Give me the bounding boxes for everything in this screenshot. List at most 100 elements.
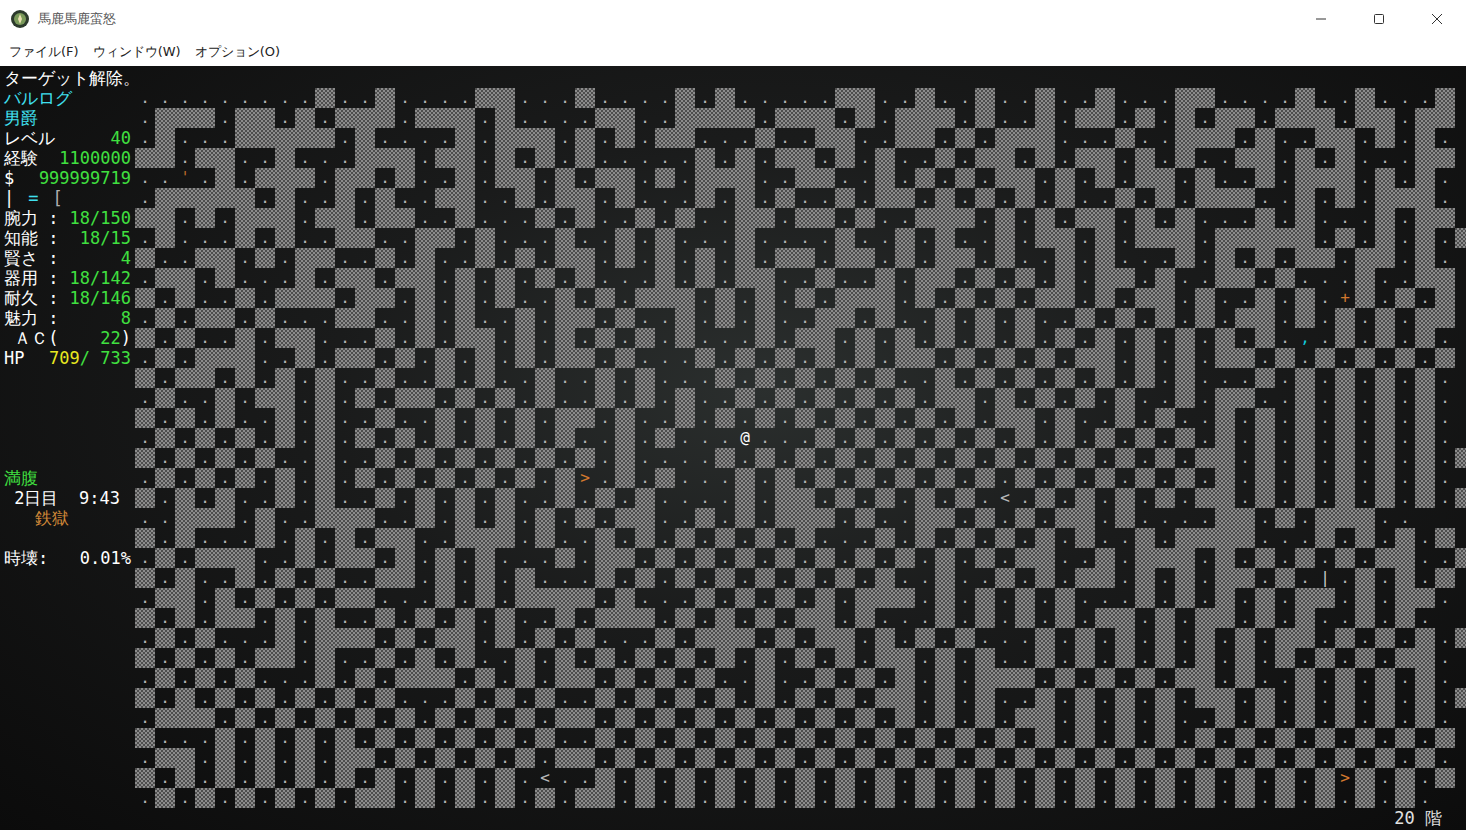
wall-tile — [595, 488, 615, 508]
map-tile: . — [415, 88, 435, 108]
map-tile: . — [175, 388, 195, 408]
wall-tile — [715, 288, 735, 308]
map-tile: . — [135, 168, 155, 188]
wall-tile — [535, 368, 555, 388]
wall-tile — [575, 348, 595, 368]
wall-tile — [1335, 468, 1355, 488]
wall-tile — [715, 408, 735, 428]
map-tile: . — [1295, 348, 1315, 368]
map-tile: . — [335, 388, 355, 408]
wall-tile — [1235, 228, 1255, 248]
wall-tile — [275, 168, 295, 188]
wall-tile — [275, 188, 295, 208]
map-tile: . — [1075, 168, 1095, 188]
map-tile: . — [675, 348, 695, 368]
minimize-button[interactable] — [1292, 0, 1350, 38]
map-tile: . — [1395, 468, 1415, 488]
map-tile: . — [695, 608, 715, 628]
wall-tile — [1095, 288, 1115, 308]
map-row: ................................ — [135, 248, 1455, 268]
wall-tile — [975, 548, 995, 568]
map-tile: . — [215, 628, 235, 648]
map-tile: . — [155, 368, 175, 388]
map-tile: . — [395, 488, 415, 508]
wall-tile — [575, 628, 595, 648]
wall-tile — [795, 108, 815, 128]
status-value: 18/142 — [70, 268, 131, 288]
wall-tile — [655, 288, 675, 308]
map-tile: . — [1395, 268, 1415, 288]
map-tile: . — [1275, 428, 1295, 448]
wall-tile — [775, 488, 795, 508]
map-tile: . — [635, 108, 655, 128]
wall-tile — [1035, 348, 1055, 368]
wall-tile — [275, 468, 295, 488]
wall-tile — [775, 468, 795, 488]
wall-tile — [1055, 228, 1075, 248]
wall-tile — [1095, 168, 1115, 188]
map-tile: . — [735, 308, 755, 328]
wall-tile — [435, 468, 455, 488]
wall-tile — [375, 288, 395, 308]
map-tile: . — [1395, 208, 1415, 228]
map-tile: . — [1415, 548, 1435, 568]
map-tile: . — [815, 528, 835, 548]
wall-tile — [715, 168, 735, 188]
menu-item[interactable]: ウィンドウ(W) — [87, 41, 189, 63]
map-tile: . — [455, 368, 475, 388]
map-tile: . — [1275, 208, 1295, 228]
wall-tile — [575, 448, 595, 468]
map-tile: . — [255, 568, 275, 588]
maximize-button[interactable] — [1350, 0, 1408, 38]
wall-tile — [235, 288, 255, 308]
status-text: $ — [4, 168, 14, 188]
map-tile: . — [915, 188, 935, 208]
wall-tile — [1335, 408, 1355, 428]
status-label: 鉄獄 — [4, 508, 69, 528]
status-line: ＡＣ( 22) — [4, 328, 131, 348]
map-tile: . — [495, 588, 515, 608]
wall-tile — [1335, 448, 1355, 468]
map-tile: . — [1095, 448, 1115, 468]
wall-tile — [875, 148, 895, 168]
wall-tile — [655, 468, 675, 488]
wall-tile — [1175, 528, 1195, 548]
wall-tile — [1135, 548, 1155, 568]
map-tile: . — [575, 228, 595, 248]
wall-tile — [355, 468, 375, 488]
map-tile: . — [495, 188, 515, 208]
status-value: 999999719 — [39, 168, 131, 188]
map-tile: . — [295, 368, 315, 388]
map-tile: . — [1095, 588, 1115, 608]
wall-tile — [155, 468, 175, 488]
map-tile: . — [1095, 628, 1115, 648]
status-value: 40 — [111, 128, 131, 148]
map-tile: . — [1095, 528, 1115, 548]
wall-tile — [455, 508, 475, 528]
wall-tile — [335, 548, 355, 568]
map-tile: . — [415, 628, 435, 648]
map-tile: . — [835, 388, 855, 408]
map-tile: . — [995, 548, 1015, 568]
map-tile: . — [535, 328, 555, 348]
wall-tile — [875, 288, 895, 308]
map-tile: . — [575, 568, 595, 588]
wall-tile — [315, 648, 335, 668]
map-tile: . — [1435, 448, 1455, 468]
wall-tile — [235, 108, 255, 128]
wall-tile — [1015, 168, 1035, 188]
wall-tile — [175, 108, 195, 128]
menu-item[interactable]: ファイル(F) — [3, 41, 87, 63]
wall-tile — [895, 128, 915, 148]
wall-tile — [1335, 548, 1355, 568]
wall-tile — [735, 508, 755, 528]
wall-tile — [575, 128, 595, 148]
menu-item[interactable]: オプション(O) — [189, 41, 288, 63]
map-tile: . — [675, 248, 695, 268]
map-tile: . — [1335, 348, 1355, 368]
wall-tile — [255, 248, 275, 268]
close-button[interactable] — [1408, 0, 1466, 38]
wall-tile — [1095, 108, 1115, 128]
map-tile: . — [435, 528, 455, 548]
wall-tile — [155, 428, 175, 448]
